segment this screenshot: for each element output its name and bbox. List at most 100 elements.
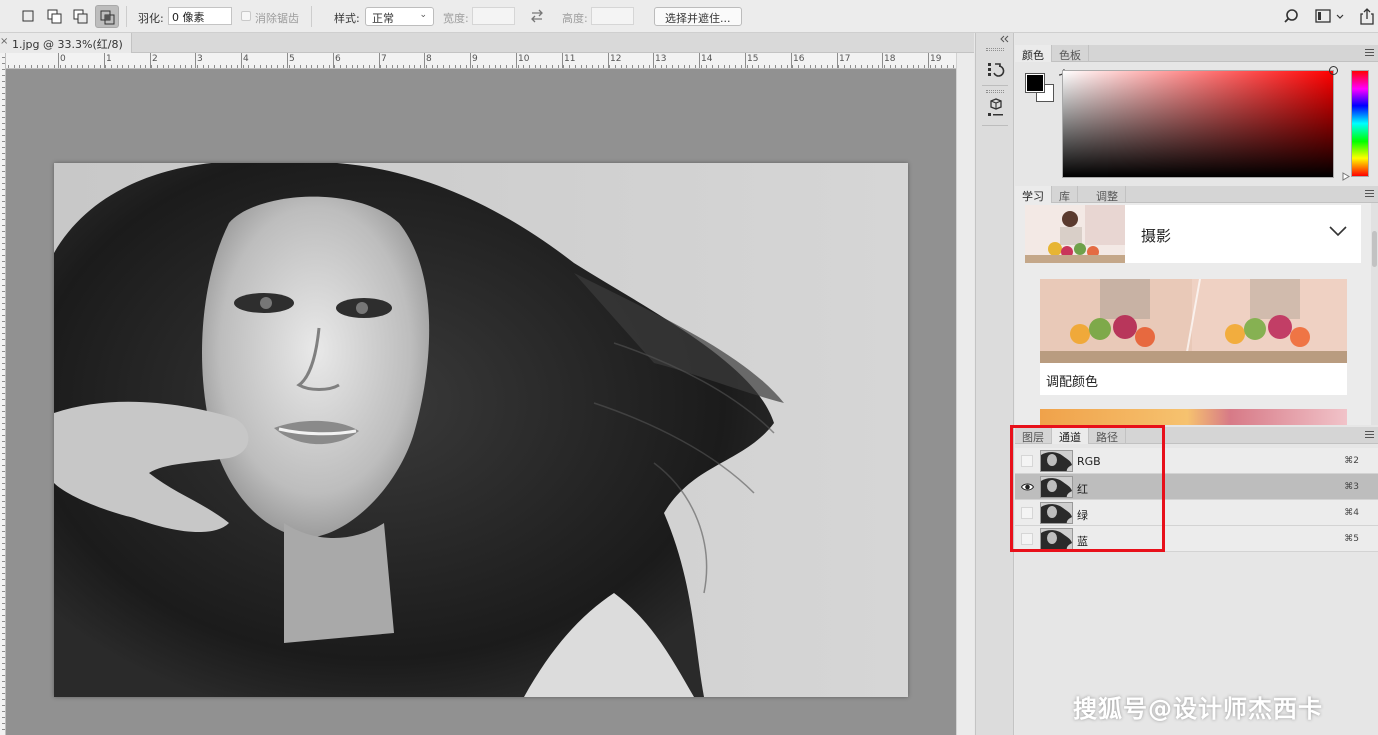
horizontal-ruler: 0 1 2 3 4 5 6 7 8 9 10 11 12 13 14 15 16 17 18 19: [6, 53, 956, 69]
document-image[interactable]: [54, 163, 908, 697]
add-to-selection-button[interactable]: [43, 5, 67, 28]
ruler-major-tick: [241, 53, 242, 68]
dock-grip[interactable]: [986, 90, 1004, 93]
hue-slider-handle-icon[interactable]: [1342, 172, 1350, 181]
ruler-tick: [2, 531, 5, 532]
ruler-tick: [2, 561, 5, 562]
ruler-label: 7: [381, 54, 387, 64]
ruler-tick: [2, 123, 5, 124]
ruler-tick: [460, 65, 461, 68]
ruler-label: 12: [610, 54, 622, 64]
feather-input[interactable]: 0 像素: [168, 7, 232, 25]
tab-color[interactable]: 颜色: [1015, 45, 1052, 62]
ruler-tick: [666, 65, 667, 68]
ruler-tick: [2, 375, 5, 376]
right-panels: 颜色 色板 学习 库 调整 摄影 调配颜色 图层 通道 路径 RGB ⌘2 红 …: [1015, 33, 1378, 735]
ruler-tick: [2, 705, 5, 706]
ruler-tick: [592, 65, 593, 68]
ruler-tick: [243, 65, 244, 68]
subtract-from-selection-button[interactable]: [69, 5, 93, 28]
ruler-tick: [2, 291, 5, 292]
close-icon[interactable]: ×: [0, 36, 8, 47]
3d-cube-icon[interactable]: [982, 96, 1008, 122]
ruler-tick: [2, 303, 5, 304]
collapse-arrows-icon[interactable]: [1000, 35, 1010, 43]
ruler-tick: [2, 573, 5, 574]
color-picker-handle[interactable]: [1329, 66, 1338, 75]
ruler-tick: [191, 65, 192, 68]
ruler-tick: [2, 489, 5, 490]
document-tab-bar: × 1.jpg @ 33.3%(红/8): [0, 33, 974, 53]
workspace-switcher-icon[interactable]: [1315, 8, 1345, 26]
tab-adjustments[interactable]: 调整: [1089, 186, 1126, 203]
tutorial-card[interactable]: 调配颜色: [1040, 279, 1347, 395]
history-icon[interactable]: [982, 57, 1008, 83]
hue-slider[interactable]: [1351, 70, 1369, 177]
ruler-tick: [2, 177, 5, 178]
ruler-tick: [437, 65, 438, 68]
ruler-tick: [930, 65, 931, 68]
chevron-down-icon[interactable]: [1329, 225, 1347, 237]
ruler-tick: [111, 65, 112, 68]
ruler-tick: [283, 65, 284, 68]
ruler-tick: [947, 65, 948, 68]
ruler-major-tick: [837, 53, 838, 68]
panel-menu-icon[interactable]: [1365, 49, 1374, 56]
ruler-tick: [2, 363, 5, 364]
tab-learn[interactable]: 学习: [1015, 186, 1052, 203]
ruler-tick: [2, 729, 5, 730]
ruler-tick: [60, 65, 61, 68]
ruler-tick: [443, 65, 444, 68]
ruler-tick: [2, 99, 5, 100]
width-input[interactable]: [472, 7, 515, 25]
ruler-tick: [2, 627, 5, 628]
document-tab[interactable]: × 1.jpg @ 33.3%(红/8): [0, 33, 132, 53]
ruler-tick: [2, 603, 5, 604]
learn-category-title: 摄影: [1141, 227, 1172, 245]
ruler-tick: [42, 65, 43, 68]
canvas-vertical-scrollbar[interactable]: [956, 53, 974, 735]
ruler-tick: [2, 321, 5, 322]
foreground-color-swatch[interactable]: [1025, 73, 1045, 93]
ruler-tick: [266, 65, 267, 68]
tab-swatches[interactable]: 色板: [1052, 45, 1089, 62]
ruler-tick: [2, 711, 5, 712]
dock-grip[interactable]: [986, 48, 1004, 51]
panel-menu-icon[interactable]: [1365, 190, 1374, 197]
select-and-mask-button[interactable]: 选择并遮住...: [654, 7, 742, 26]
intersect-selection-button[interactable]: [95, 5, 119, 28]
panel-menu-icon[interactable]: [1365, 431, 1374, 438]
ruler-tick: [2, 537, 5, 538]
learn-panel-scrollbar[interactable]: [1371, 203, 1378, 425]
canvas-area[interactable]: [6, 69, 956, 735]
search-icon[interactable]: [1284, 8, 1302, 26]
ruler-tick: [2, 153, 5, 154]
ruler-tick: [317, 65, 318, 68]
style-label: 样式:: [334, 12, 360, 25]
share-icon[interactable]: [1358, 8, 1376, 26]
ruler-tick: [935, 65, 936, 68]
ruler-tick: [2, 219, 5, 220]
height-input[interactable]: [591, 7, 634, 25]
ruler-tick: [558, 65, 559, 68]
ruler-tick: [289, 65, 290, 68]
ruler-tick: [500, 65, 501, 68]
new-selection-button[interactable]: [17, 5, 41, 28]
tab-libraries[interactable]: 库: [1052, 186, 1078, 203]
ruler-tick: [506, 65, 507, 68]
ruler-tick: [649, 65, 650, 68]
swap-dimensions-icon[interactable]: [529, 8, 545, 24]
learn-category-card[interactable]: 摄影: [1025, 205, 1361, 263]
antialias-checkbox[interactable]: [241, 11, 251, 21]
ruler-label: 6: [335, 54, 341, 64]
ruler-tick: [2, 669, 5, 670]
scrollbar-thumb[interactable]: [1372, 231, 1377, 267]
ruler-tick: [2, 351, 5, 352]
ruler-tick: [792, 65, 793, 68]
ruler-tick: [643, 65, 644, 68]
ruler-major-tick: [928, 53, 929, 68]
color-saturation-field[interactable]: [1062, 66, 1338, 178]
style-select[interactable]: 正常 ⌄: [365, 7, 434, 26]
ruler-tick: [815, 65, 816, 68]
tutorial-card-partial[interactable]: [1040, 409, 1347, 425]
